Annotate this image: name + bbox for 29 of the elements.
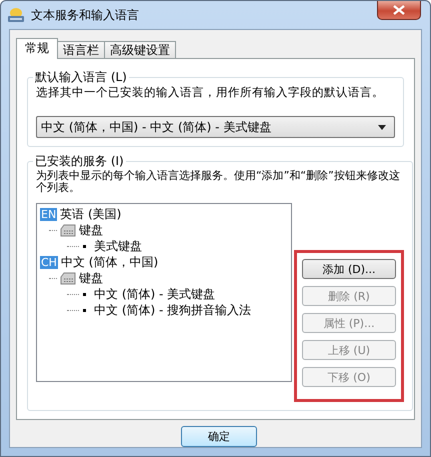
keyboard-globe-icon xyxy=(7,7,25,23)
tab[interactable]: 语言栏 xyxy=(57,41,105,58)
tree-item[interactable]: 中文 (简体) - 搜狗拼音输入法 xyxy=(94,302,252,318)
tree-item[interactable]: 中文 (简体，中国) xyxy=(60,254,158,270)
tab[interactable]: 高级键设置 xyxy=(104,41,176,58)
bullet-icon xyxy=(83,292,86,296)
tree-item[interactable]: 键盘 xyxy=(79,270,103,286)
bullet-icon xyxy=(83,308,86,312)
window-title: 文本服务和输入语言 xyxy=(31,6,139,24)
action-button[interactable]: 添加 (D)... xyxy=(302,259,396,279)
close-icon xyxy=(393,5,405,15)
tab[interactable]: 常规 xyxy=(16,38,58,59)
tree-item[interactable]: 中文 (简体) - 美式键盘 xyxy=(94,286,216,302)
group-label: 默认输入语言 (L) xyxy=(34,69,128,86)
language-badge: EN xyxy=(40,208,58,220)
tree-item[interactable]: 键盘 xyxy=(79,222,103,238)
dropdown-arrow-icon xyxy=(378,124,386,130)
description-text: 选择其中一个已安装的输入语言，用作所有输入字段的默认语言。 xyxy=(36,86,385,99)
keyboard-icon xyxy=(59,272,77,284)
bullet-icon xyxy=(83,244,86,248)
language-dropdown[interactable]: 中文 (简体，中国) - 中文 (简体) - 美式键盘 xyxy=(36,116,395,138)
close-button[interactable] xyxy=(377,1,421,20)
keyboard-icon xyxy=(59,224,77,236)
ok-button[interactable]: 确定 xyxy=(181,426,257,447)
description-text: 为列表中显示的每个输入语言选择服务。使用“添加”和“删除”按钮来修改这个列表。 xyxy=(36,170,401,194)
tree-item[interactable]: 英语 (美国) xyxy=(60,206,122,222)
language-badge: CH xyxy=(40,256,58,268)
group-label: 已安装的服务 (I) xyxy=(34,153,125,170)
tree-item[interactable]: 美式键盘 xyxy=(94,238,142,254)
